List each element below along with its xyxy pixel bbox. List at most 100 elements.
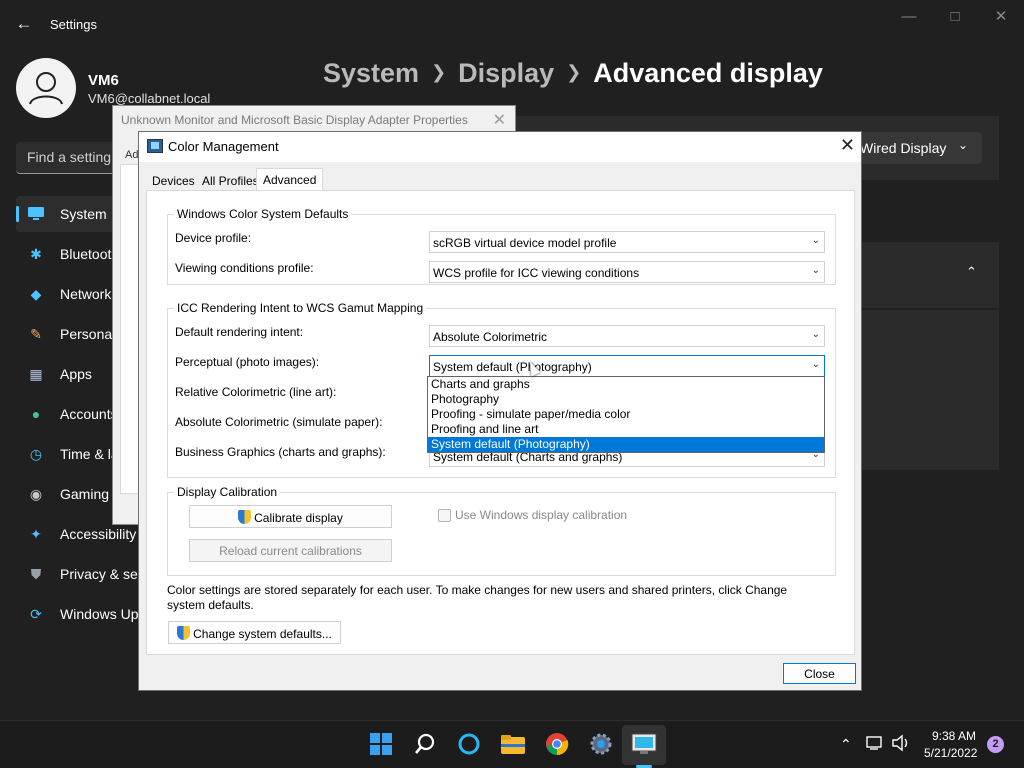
sidebar-item-label: Gaming xyxy=(60,486,110,502)
person-icon: ● xyxy=(31,406,41,422)
calibrate-display-button[interactable]: Calibrate display xyxy=(189,505,392,528)
user-email: VM6@collabnet.local xyxy=(88,91,211,106)
sidebar-item-label: Apps xyxy=(60,366,92,382)
settings-titlebar: ← Settings — □ ✕ xyxy=(0,0,1024,48)
file-explorer-icon[interactable] xyxy=(500,732,526,758)
user-name: VM6 xyxy=(88,72,119,89)
chevron-down-icon: ⌄ xyxy=(811,235,820,246)
viewing-conditions-select[interactable]: WCS profile for ICC viewing conditions ⌄ xyxy=(429,261,825,283)
properties-tab-adapter[interactable]: Ad xyxy=(125,149,138,161)
dialog-titlebar: Color Management ✕ xyxy=(139,132,861,162)
page-title: Advanced display xyxy=(593,58,823,88)
select-value: System default (Photography) xyxy=(433,360,592,374)
monitor-icon xyxy=(28,206,44,222)
accessibility-icon: ✦ xyxy=(30,526,42,542)
back-arrow-icon[interactable]: ← xyxy=(14,14,34,34)
tab-devices[interactable]: Devices xyxy=(146,170,201,191)
dialog-title: Color Management xyxy=(168,139,279,154)
sidebar-item-privacy[interactable]: ⛊ Privacy & security xyxy=(16,556,172,592)
start-windows-icon[interactable] xyxy=(368,732,394,758)
settings-gear-icon[interactable] xyxy=(588,732,614,758)
default-intent-label: Default rendering intent: xyxy=(175,325,304,339)
close-icon[interactable]: ✕ xyxy=(840,135,855,156)
search-icon[interactable] xyxy=(412,732,438,758)
use-windows-calibration-label: Use Windows display calibration xyxy=(455,508,628,522)
button-label: Reload current calibrations xyxy=(219,544,362,558)
use-windows-calibration-checkbox[interactable] xyxy=(438,509,451,522)
color-management-icon xyxy=(147,139,163,153)
breadcrumb-separator-icon: ❯ xyxy=(431,62,447,82)
taskbar: ⌃ 9:38 AM 5/21/2022 2 xyxy=(0,720,1024,768)
group-legend: Windows Color System Defaults xyxy=(174,207,352,221)
perceptual-select[interactable]: System default (Photography) ⌄ xyxy=(429,355,825,377)
show-hidden-icons-icon[interactable]: ⌃ xyxy=(840,736,852,753)
button-label: Change system defaults... xyxy=(193,627,332,641)
active-indicator xyxy=(16,206,19,222)
viewing-conditions-label: Viewing conditions profile: xyxy=(175,261,314,275)
update-icon: ⟳ xyxy=(30,606,42,622)
breadcrumb-display[interactable]: Display xyxy=(458,58,554,88)
perceptual-dropdown-list: Charts and graphs Photography Proofing -… xyxy=(427,376,825,453)
clock-time[interactable]: 9:38 AM xyxy=(932,729,976,743)
clock-date[interactable]: 5/21/2022 xyxy=(924,746,977,760)
dropdown-option[interactable]: Photography xyxy=(428,392,824,407)
select-value: Absolute Colorimetric xyxy=(433,330,548,344)
uac-shield-icon xyxy=(177,626,191,640)
absolute-colorimetric-label: Absolute Colorimetric (simulate paper): xyxy=(175,415,383,429)
close-icon[interactable]: ✕ xyxy=(493,110,506,130)
tab-all-profiles[interactable]: All Profiles xyxy=(196,170,265,191)
avatar[interactable] xyxy=(16,58,76,118)
footer-note: Color settings are stored separately for… xyxy=(167,583,788,612)
cortana-icon[interactable] xyxy=(456,732,482,758)
app-title: Settings xyxy=(50,17,97,32)
close-window-button[interactable]: ✕ xyxy=(987,8,1015,26)
color-management-app-icon[interactable] xyxy=(631,732,657,758)
wifi-icon: ◆ xyxy=(30,286,42,302)
sidebar-item-label: Accounts xyxy=(60,406,118,422)
brush-icon: ✎ xyxy=(30,326,42,342)
dropdown-option-selected[interactable]: System default (Photography) xyxy=(428,437,824,452)
minimize-button[interactable]: — xyxy=(895,8,923,26)
chevron-down-icon: ⌄ xyxy=(811,359,820,370)
chevron-down-icon: ⌄ xyxy=(811,329,820,340)
select-value: scRGB virtual device model profile xyxy=(433,236,617,250)
dropdown-option[interactable]: Proofing and line art xyxy=(428,422,824,437)
sidebar-item-label: System xyxy=(60,206,107,222)
default-intent-select[interactable]: Absolute Colorimetric ⌄ xyxy=(429,325,825,347)
relative-colorimetric-label: Relative Colorimetric (line art): xyxy=(175,385,337,399)
button-label: Calibrate display xyxy=(254,511,343,525)
device-profile-select[interactable]: scRGB virtual device model profile ⌄ xyxy=(429,231,825,253)
gamepad-icon: ◉ xyxy=(29,486,43,502)
device-profile-label: Device profile: xyxy=(175,231,252,245)
person-avatar-icon xyxy=(29,72,63,105)
breadcrumb-system[interactable]: System xyxy=(323,58,419,88)
close-button[interactable]: Close xyxy=(783,663,856,684)
sidebar-item-label: Accessibility xyxy=(60,526,137,542)
sidebar-item-windows-update[interactable]: ⟳ Windows Update xyxy=(16,596,166,632)
group-legend: Display Calibration xyxy=(174,485,281,499)
dropdown-option[interactable]: Charts and graphs xyxy=(428,377,824,392)
change-system-defaults-button[interactable]: Change system defaults... xyxy=(168,621,341,644)
tab-advanced[interactable]: Advanced xyxy=(256,168,324,191)
display-info-header-card[interactable] xyxy=(862,242,999,308)
notification-badge[interactable]: 2 xyxy=(987,736,1004,753)
business-graphics-label: Business Graphics (charts and graphs): xyxy=(175,445,386,459)
bluetooth-icon: ✱ xyxy=(30,246,42,262)
chevron-up-icon[interactable]: ⌃ xyxy=(966,264,977,280)
volume-icon[interactable] xyxy=(891,734,911,755)
perceptual-label: Perceptual (photo images): xyxy=(175,355,320,369)
breadcrumb: System ❯ Display ❯ Advanced display xyxy=(323,58,823,89)
chrome-icon[interactable] xyxy=(544,732,570,758)
chevron-down-icon: ⌄ xyxy=(811,265,820,276)
select-value: WCS profile for ICC viewing conditions xyxy=(433,266,640,280)
apps-icon: ▦ xyxy=(29,366,43,382)
display-info-body-card xyxy=(862,310,999,470)
network-icon[interactable] xyxy=(866,735,884,754)
breadcrumb-separator-icon: ❯ xyxy=(566,62,582,82)
properties-dialog-title: Unknown Monitor and Microsoft Basic Disp… xyxy=(121,113,468,127)
clock-icon: ◷ xyxy=(29,446,43,462)
dropdown-option[interactable]: Proofing - simulate paper/media color xyxy=(428,407,824,422)
uac-shield-icon xyxy=(238,510,252,524)
reload-calibrations-button: Reload current calibrations xyxy=(189,539,392,562)
maximize-button[interactable]: □ xyxy=(941,8,969,26)
